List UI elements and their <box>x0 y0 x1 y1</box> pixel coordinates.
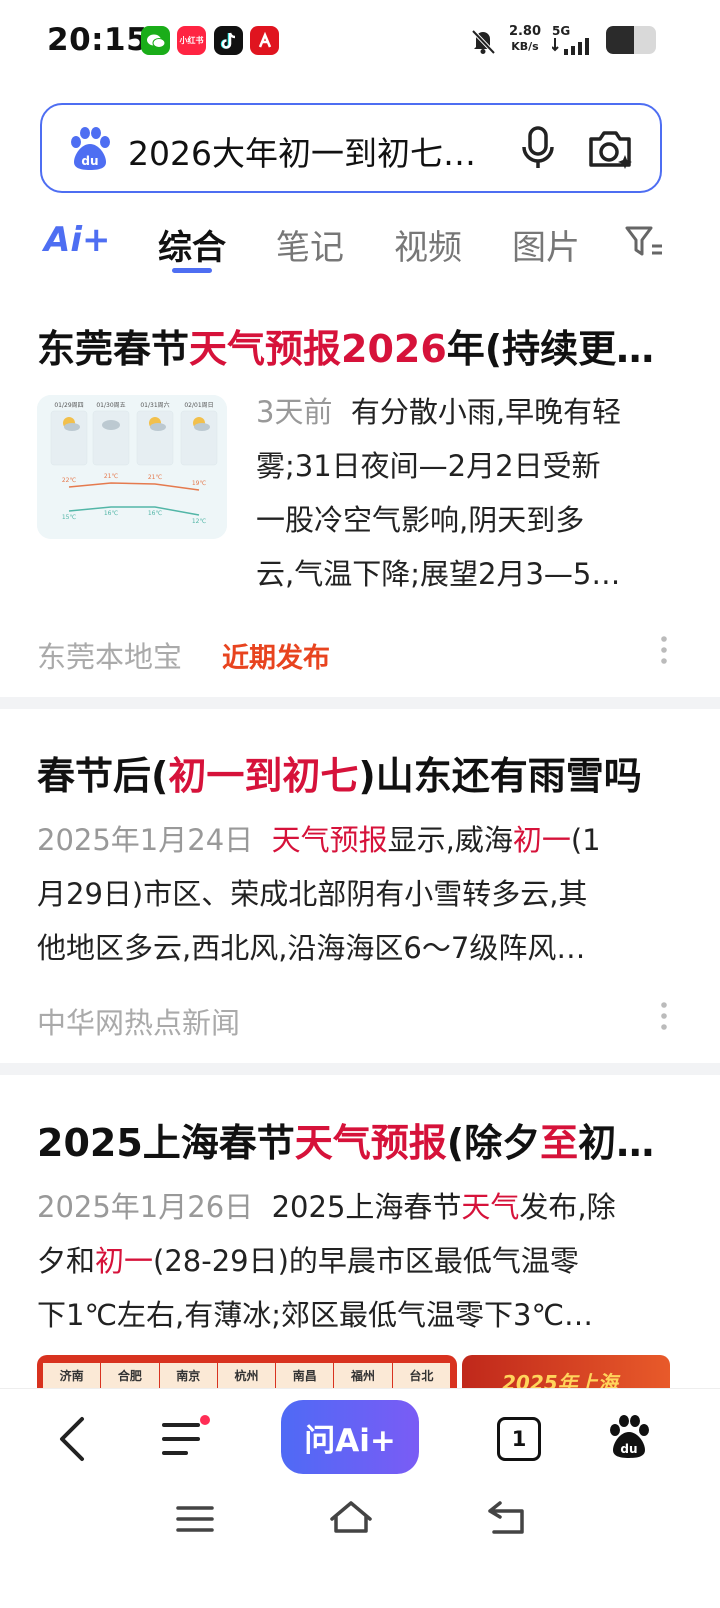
system-menu-icon[interactable] <box>176 1504 214 1534</box>
city-label: 杭州 <box>218 1363 277 1389</box>
thumb-high: 22℃ <box>62 477 77 484</box>
snippet-line: 一股冷空气影响,阴天到多 <box>256 503 585 537</box>
snippet-line: 雾;31日夜间—2月2日受新 <box>256 449 601 483</box>
bell-mute-icon <box>471 29 496 55</box>
city-label: 合肥 <box>101 1363 160 1389</box>
menu-icon[interactable] <box>160 1415 210 1461</box>
xiaohongshu-icon: 小红书 <box>177 26 206 55</box>
thumb-low: 16℃ <box>104 510 119 517</box>
title-highlight: 天气预报2026 <box>189 327 447 371</box>
red-app-icon <box>250 26 279 55</box>
title-text: )山东还有雨雪吗 <box>358 754 642 798</box>
thumb-low: 16℃ <box>148 510 163 517</box>
net-speed: 2.80 KB/s <box>505 24 545 54</box>
battery-icon <box>606 26 656 54</box>
baidu-paw-icon: du <box>71 127 110 170</box>
snippet-line: 云,气温下降;展望2月3—5… <box>256 557 621 591</box>
camera-search-icon[interactable] <box>586 125 634 171</box>
clock: 20:15 <box>47 22 149 58</box>
weather-thumbnail[interactable]: 01/29周四 01/30周五 01/31周六 02/01周日 22℃ 21℃ … <box>37 395 227 539</box>
system-back-icon[interactable] <box>486 1501 528 1535</box>
net-speed-value: 2.80 <box>508 24 542 39</box>
more-options-icon[interactable] <box>659 1000 669 1032</box>
snippet-line: 月29日)市区、荣成北部阴有小雪转多云,其 <box>37 877 588 911</box>
snippet-line: 夕和初一(28-29日)的早晨市区最低气温零 <box>37 1244 579 1278</box>
tab-videos[interactable]: 视频 <box>394 220 462 269</box>
result-source[interactable]: 中华网热点新闻 <box>37 1000 240 1042</box>
city-label: 济南 <box>43 1363 102 1389</box>
search-box[interactable]: du 2026大年初一到初七天气预报 <box>40 103 662 193</box>
title-text: 东莞春节 <box>37 327 190 371</box>
thumb-high: 21℃ <box>148 474 163 481</box>
ask-ai-button[interactable]: 问Ai+ <box>281 1400 419 1474</box>
title-text: 2025上海春节 <box>37 1121 295 1165</box>
status-bar: 20:15 小红书 2.80 KB/s 5G <box>0 0 720 84</box>
tab-notes[interactable]: 笔记 <box>276 220 344 269</box>
bottom-nav: 问Ai+ 1 du <box>0 1388 720 1608</box>
title-text: 春节后( <box>37 754 169 798</box>
active-tab-indicator <box>172 268 212 273</box>
title-highlight: 初一到初七 <box>168 754 359 798</box>
thumb-high: 19℃ <box>192 480 207 487</box>
net-speed-unit: KB/s <box>511 40 539 53</box>
signal-icon: 5G <box>552 24 596 56</box>
title-text: 年(持续更新) <box>446 327 659 371</box>
ai-tab[interactable]: Ai+ <box>44 220 110 260</box>
result-divider <box>0 697 720 709</box>
thumb-low: 12℃ <box>192 518 207 525</box>
title-highlight: 至 <box>540 1121 579 1165</box>
snippet-line: 天气预报显示,威海初一(1 <box>271 823 601 857</box>
result-snippet-2: 2025年1月24日 天气预报显示,威海初一(1 月29日)市区、荣成北部阴有小… <box>37 813 667 975</box>
thumb-low: 15℃ <box>62 514 77 521</box>
result-snippet-1: 3天前 有分散小雨,早晚有轻 雾;31日夜间—2月2日受新 一股冷空气影响,阴天… <box>256 385 666 601</box>
back-icon[interactable] <box>52 1415 92 1463</box>
result-title-1[interactable]: 东莞春节天气预报2026年(持续更新) <box>37 318 659 373</box>
more-options-icon[interactable] <box>659 634 669 666</box>
snippet-line: 下1℃左右,有薄冰;郊区最低气温零下3℃… <box>37 1298 594 1332</box>
snippet-line: 有分散小雨,早晚有轻 <box>350 395 622 429</box>
battery-level <box>606 26 634 54</box>
thumb-high: 21℃ <box>104 473 119 480</box>
result-date: 2025年1月24日 <box>37 823 254 857</box>
result-divider <box>0 1063 720 1075</box>
result-date: 2025年1月26日 <box>37 1190 254 1224</box>
title-text: (除夕 <box>446 1121 541 1165</box>
title-text: 初七) <box>578 1121 659 1165</box>
title-highlight: 天气预报 <box>294 1121 447 1165</box>
wechat-icon <box>141 26 170 55</box>
thumb-date: 01/30周五 <box>96 402 125 409</box>
city-label: 台北 <box>393 1363 451 1389</box>
snippet-line: 他地区多云,西北风,沿海海区6～7级阵风… <box>37 931 586 965</box>
city-row: 济南 合肥 南京 杭州 南昌 福州 台北 <box>43 1363 451 1389</box>
search-input[interactable]: 2026大年初一到初七天气预报 <box>128 127 488 175</box>
snippet-line: 2025上海春节天气发布,除 <box>271 1190 616 1224</box>
result-title-2[interactable]: 春节后(初一到初七)山东还有雨雪吗 <box>37 745 659 800</box>
city-label: 南京 <box>160 1363 218 1389</box>
filter-icon[interactable] <box>624 224 664 260</box>
thumb-date: 01/31周六 <box>140 401 169 409</box>
recent-tag: 近期发布 <box>222 643 330 674</box>
thumb-date: 02/01周日 <box>184 402 213 409</box>
system-home-icon[interactable] <box>328 1499 374 1535</box>
result-date: 3天前 <box>256 395 333 429</box>
baidu-home-icon[interactable]: du <box>606 1413 652 1459</box>
svg-text:du: du <box>620 1442 637 1456</box>
microphone-icon[interactable] <box>518 125 558 171</box>
result-snippet-3: 2025年1月26日 2025上海春节天气发布,除 夕和初一(28-29日)的早… <box>37 1180 667 1342</box>
city-label: 福州 <box>334 1363 393 1389</box>
thumb-date: 01/29周四 <box>54 402 83 409</box>
tab-comprehensive[interactable]: 综合 <box>158 220 226 269</box>
result-source[interactable]: 东莞本地宝 <box>37 634 182 676</box>
tiktok-icon <box>214 26 243 55</box>
result-tabs: Ai+ 综合 笔记 视频 图片 <box>0 210 720 280</box>
result-title-3[interactable]: 2025上海春节天气预报(除夕至初七) <box>37 1112 659 1167</box>
tab-images[interactable]: 图片 <box>512 220 580 269</box>
city-label: 南昌 <box>276 1363 335 1389</box>
tab-count-button[interactable]: 1 <box>497 1417 541 1461</box>
svg-text:du: du <box>81 154 98 168</box>
